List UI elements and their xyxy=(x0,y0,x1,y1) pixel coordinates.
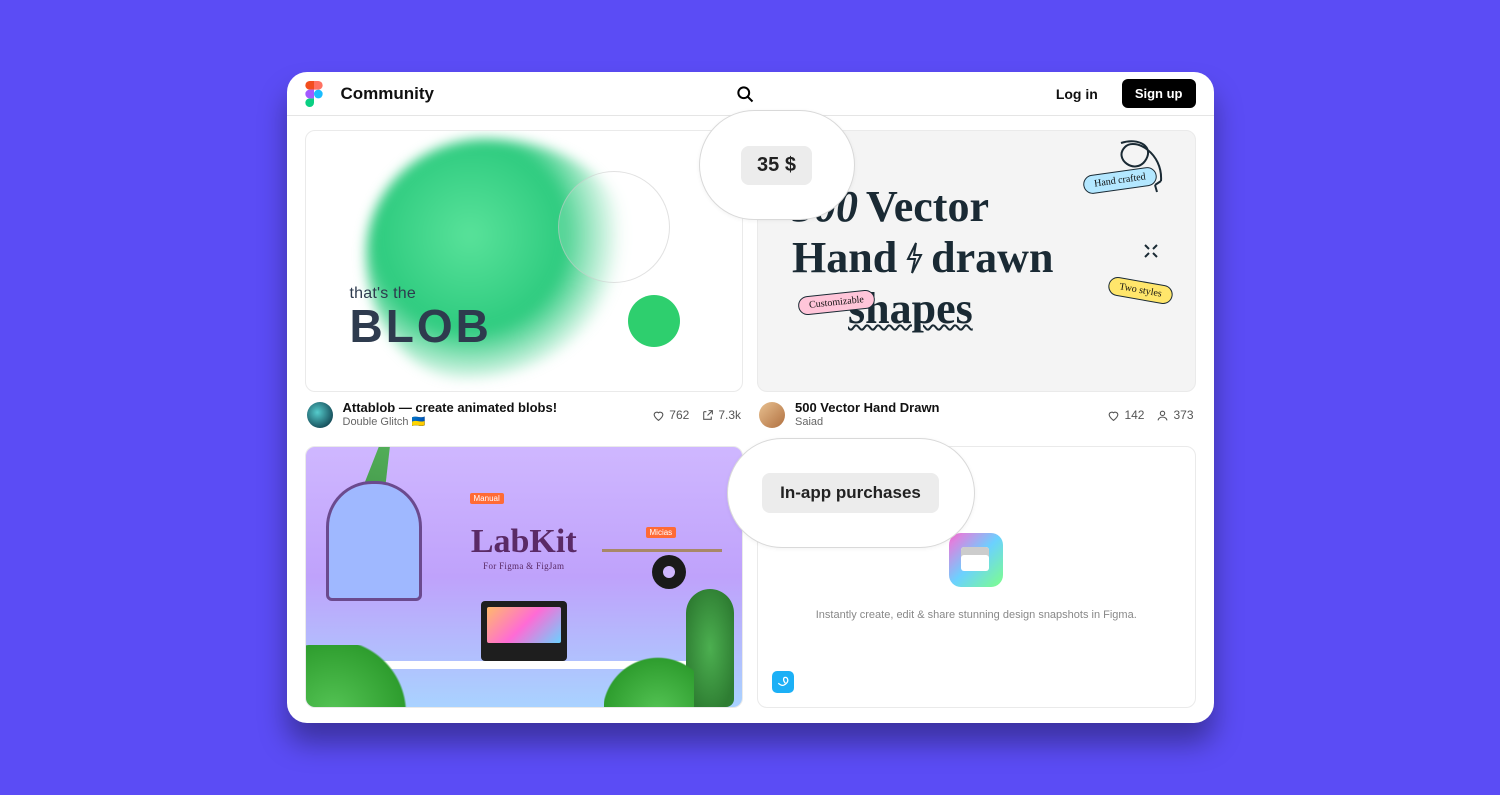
glass-circle-graphic xyxy=(558,171,670,283)
iap-badge: In-app purchases xyxy=(762,473,939,513)
avatar[interactable] xyxy=(307,402,333,428)
open-icon xyxy=(701,409,714,422)
sparkle-doodle-icon xyxy=(1141,241,1161,261)
grass-graphic xyxy=(305,645,410,708)
resource-card: that's the BLOB Attablob — create animat… xyxy=(305,130,744,440)
heart-icon xyxy=(1107,409,1120,422)
card-author[interactable]: Saiad xyxy=(795,416,1097,430)
thumb-description: Instantly create, edit & share stunning … xyxy=(816,609,1137,621)
green-dot-graphic xyxy=(628,295,680,347)
user-icon xyxy=(1156,409,1169,422)
card-author[interactable]: Double Glitch 🇺🇦 xyxy=(343,416,643,430)
card-title[interactable]: 500 Vector Hand Drawn xyxy=(795,400,1097,416)
avatar[interactable] xyxy=(759,402,785,428)
selection-tag: Manual xyxy=(470,493,504,504)
users-stat[interactable]: 373 xyxy=(1156,408,1193,422)
thumb-text: that's the BLOB xyxy=(350,285,492,349)
brand-label[interactable]: Community xyxy=(341,84,435,104)
app-icon xyxy=(949,533,1003,587)
card-title[interactable]: Attablob — create animated blobs! xyxy=(343,400,643,416)
card-meta: 500 Vector Hand Drawn Saiad 142 373 xyxy=(757,392,1196,440)
resource-card: LabKit For Figma & FigJam Manual Micias xyxy=(305,446,744,708)
card-stats: 762 7.3k xyxy=(652,408,741,422)
card-stats: 142 373 xyxy=(1107,408,1193,422)
card-meta: Attablob — create animated blobs! Double… xyxy=(305,392,744,440)
iap-callout: In-app purchases xyxy=(727,438,975,548)
figma-logo-icon xyxy=(305,81,323,107)
grass-graphic xyxy=(604,657,694,708)
heart-icon xyxy=(652,409,665,422)
selection-tag: Micias xyxy=(646,527,677,538)
plugin-badge-icon xyxy=(772,671,794,693)
window-graphic xyxy=(326,481,422,601)
search-area xyxy=(452,84,1038,104)
signup-button[interactable]: Sign up xyxy=(1122,79,1196,108)
donut-graphic xyxy=(652,555,686,589)
price-callout: 35 $ xyxy=(699,110,855,220)
login-link[interactable]: Log in xyxy=(1056,86,1098,102)
thumbnail-blob[interactable]: that's the BLOB xyxy=(305,130,744,392)
shelf-graphic xyxy=(602,549,722,552)
thumbnail-labkit[interactable]: LabKit For Figma & FigJam Manual Micias xyxy=(305,446,744,708)
search-icon[interactable] xyxy=(735,84,755,104)
price-badge: 35 $ xyxy=(741,146,812,185)
app-window: Community Log in Sign up that's the BLOB xyxy=(287,72,1214,723)
likes-stat[interactable]: 762 xyxy=(652,408,689,422)
monitor-graphic xyxy=(481,601,567,661)
likes-stat[interactable]: 142 xyxy=(1107,408,1144,422)
thumb-text: LabKit For Figma & FigJam xyxy=(471,523,577,571)
bolt-doodle-icon xyxy=(905,241,923,275)
uses-stat[interactable]: 7.3k xyxy=(701,408,741,422)
